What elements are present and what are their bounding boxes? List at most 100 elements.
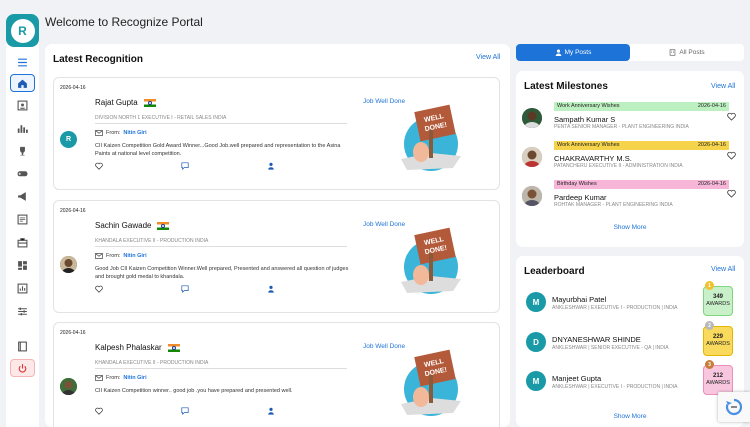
sidebar: R <box>6 14 39 427</box>
tab-all-posts[interactable]: All Posts <box>630 44 744 61</box>
leaderboard-item: M Mayurbhai Patel ANKLESHWAR | EXECUTIVE… <box>522 281 742 323</box>
milestones-title: Latest Milestones <box>524 81 608 92</box>
megaphone-icon[interactable] <box>10 187 35 205</box>
award-count: 229 <box>712 334 723 340</box>
heart-icon[interactable] <box>95 407 103 415</box>
milestone-item: Birthday Wishes 2026-04-16 Pardeep Kumar … <box>522 180 729 214</box>
show-more-milestones-button[interactable]: Show More <box>516 224 744 231</box>
mail-icon <box>95 130 103 136</box>
tab-my-posts[interactable]: My Posts <box>516 44 630 61</box>
recipient-name-row: Kalpesh Phalaskar <box>95 343 180 352</box>
milestone-avatar <box>522 147 542 167</box>
view-all-recognition-link[interactable]: View All <box>476 54 500 61</box>
milestone-desc: PATANCHERU EXECUTIVE II - ADMINISTRATION… <box>554 163 683 169</box>
leaderboard-card: Leaderboard View All M Mayurbhai Patel A… <box>516 256 744 427</box>
badge-icon[interactable] <box>10 96 35 114</box>
recipient-name[interactable]: Kalpesh Phalaskar <box>95 343 162 352</box>
leaderboard-item: M Manjeet Gupta ANKLESHWAR | EXECUTIVE I… <box>522 360 742 402</box>
leader-name: Manjeet Gupta <box>552 374 602 383</box>
well-done-illustration: WELL DONE! <box>401 349 461 416</box>
gamepad-icon[interactable] <box>10 164 35 182</box>
heart-icon[interactable] <box>95 162 103 170</box>
recognition-message: CII Kaizen Competition winner.. good job… <box>95 388 293 394</box>
briefcase-icon[interactable] <box>10 233 35 251</box>
recognition-actions <box>95 285 275 293</box>
home-icon[interactable] <box>10 74 35 92</box>
heart-icon[interactable] <box>727 151 736 160</box>
recaptcha-icon <box>725 398 743 416</box>
leader-desc: ANKLESHWAR | EXECUTIVE I - PRODUCTION | … <box>552 384 678 390</box>
form-icon[interactable] <box>10 210 35 228</box>
recipient-name[interactable]: Sachin Gawade <box>95 221 151 230</box>
leader-name: DNYANESHWAR SHINDE <box>552 335 641 344</box>
recognition-actions <box>95 162 275 170</box>
sliders-icon[interactable] <box>10 302 35 320</box>
heart-icon[interactable] <box>95 285 103 293</box>
recipient-name[interactable]: Rajat Gupta <box>95 98 138 107</box>
from-name[interactable]: Nitin Giri <box>123 253 146 259</box>
divider <box>95 123 347 124</box>
mail-icon <box>95 253 103 259</box>
leaderboard-item: D DNYANESHWAR SHINDE ANKLESHWAR | SENIOR… <box>522 321 742 363</box>
heart-icon[interactable] <box>727 189 736 198</box>
show-more-leaderboard-button[interactable]: Show More <box>516 413 744 420</box>
divider <box>95 368 347 369</box>
power-icon[interactable] <box>10 359 35 377</box>
from-name[interactable]: Nitin Giri <box>123 130 146 136</box>
from-row: From: Nitin Giri <box>95 375 147 381</box>
latest-recognition-title: Latest Recognition <box>53 54 144 65</box>
from-label: From: <box>106 375 121 381</box>
person-icon[interactable] <box>267 407 275 415</box>
award-count: 349 <box>712 294 723 300</box>
rank-medal-icon: 1 <box>705 281 714 290</box>
person-icon[interactable] <box>267 162 275 170</box>
dashboard-icon[interactable] <box>10 256 35 274</box>
award-count: 212 <box>712 373 723 379</box>
recipient-designation: KHANDALA EXECUTIVE II - PRODUCTION India <box>95 360 209 366</box>
trophy-icon[interactable] <box>10 142 35 160</box>
top-bar <box>44 0 750 10</box>
book-icon[interactable] <box>10 337 35 355</box>
milestone-tag: Birthday Wishes 2026-04-16 <box>554 180 729 189</box>
from-row: From: Nitin Giri <box>95 253 147 259</box>
app-logo[interactable]: R <box>6 14 39 47</box>
hamburger-icon[interactable] <box>10 53 35 71</box>
bar-chart-icon[interactable] <box>10 119 35 137</box>
well-done-illustration: WELL DONE! <box>401 104 461 171</box>
recognition-message: CII Kaizen Competition Gold Award Winner… <box>95 143 341 157</box>
leader-desc: ANKLESHWAR | EXECUTIVE I - PRODUCTION | … <box>552 305 678 311</box>
recognition-actions <box>95 407 275 415</box>
milestone-item: Work Anniversary Wishes 2026-04-16 CHAKRA… <box>522 141 729 175</box>
posts-tabs: My Posts All Posts <box>516 44 744 61</box>
milestone-type: Work Anniversary Wishes <box>557 103 620 109</box>
recipient-designation: DIVISION NORTH 1 EXECUTIVE I - RETAIL SA… <box>95 115 227 121</box>
recipient-name-row: Sachin Gawade <box>95 221 170 230</box>
milestone-date: 2026-04-16 <box>697 103 726 109</box>
person-icon[interactable] <box>267 285 275 293</box>
latest-recognition-card: Latest Recognition View All 2026-04-16 R… <box>45 44 510 427</box>
award-label: AWARDS <box>706 341 730 347</box>
from-label: From: <box>106 253 121 259</box>
comment-icon[interactable] <box>181 285 189 293</box>
recipient-name-row: Rajat Gupta <box>95 98 156 107</box>
from-label: From: <box>106 130 121 136</box>
leader-avatar: D <box>526 332 546 352</box>
from-name[interactable]: Nitin Giri <box>123 375 146 381</box>
milestone-type: Work Anniversary Wishes <box>557 142 620 148</box>
milestone-avatar <box>522 186 542 206</box>
view-all-leaderboard-link[interactable]: View All <box>711 266 735 273</box>
comment-icon[interactable] <box>181 162 189 170</box>
comment-icon[interactable] <box>181 407 189 415</box>
milestone-name: Pardeep Kumar <box>554 193 607 202</box>
recognition-item: 2026-04-16 Kalpesh Phalaskar KHANDALA EX… <box>53 322 500 427</box>
india-flag-icon <box>143 98 156 107</box>
rank-medal-icon: 2 <box>705 321 714 330</box>
milestone-desc: PENTA SENIOR MANAGER - PLANT ENGINEERING… <box>554 124 689 130</box>
milestone-tag: Work Anniversary Wishes 2026-04-16 <box>554 141 729 150</box>
view-all-milestones-link[interactable]: View All <box>711 83 735 90</box>
recaptcha-badge[interactable] <box>718 392 750 422</box>
india-flag-icon <box>167 343 180 352</box>
heart-icon[interactable] <box>727 112 736 121</box>
recipient-avatar <box>60 378 77 395</box>
analytics-icon[interactable] <box>10 279 35 297</box>
